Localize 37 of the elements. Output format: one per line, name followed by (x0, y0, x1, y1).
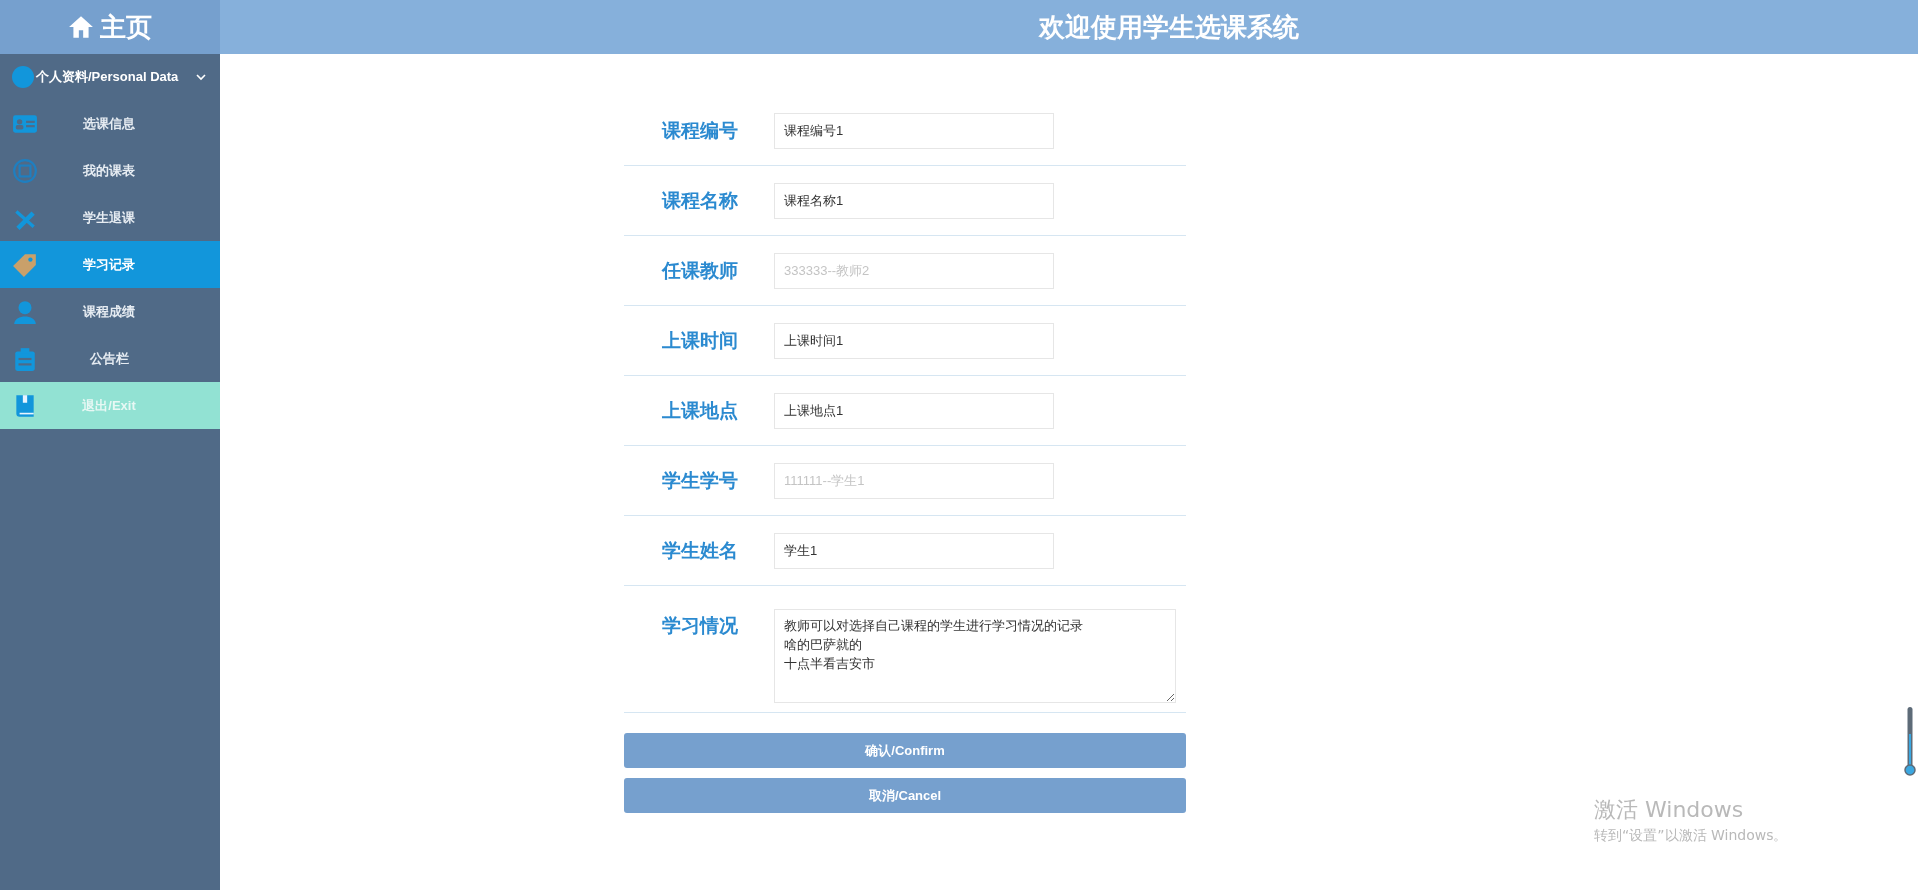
home-icon (68, 14, 94, 40)
field-label: 上课地点 (661, 398, 739, 423)
menu-item-icon (12, 298, 38, 325)
menu-item-icon (12, 345, 38, 372)
page-title: 欢迎使用学生选课系统 (1039, 10, 1299, 44)
field-label: 课程名称 (660, 188, 739, 213)
input-field[interactable]: 上课地点1 (774, 392, 1054, 429)
sidebar-item[interactable]: 课程成绩 (0, 288, 220, 335)
home-label: 主页 (100, 10, 152, 44)
menu-item-icon (12, 157, 38, 184)
field-label: 学生学号 (661, 468, 739, 493)
field-label: 课程编号 (660, 118, 739, 143)
sidebar-item[interactable]: 公告栏 (0, 335, 220, 382)
input-field[interactable]: 课程编号1 (774, 112, 1054, 149)
input-field[interactable]: 课程名称1 (774, 182, 1054, 219)
sidebar-item[interactable]: 学生退课 (0, 194, 220, 241)
activation-text: 转到“设置”以激活 Windows。 (1594, 827, 1788, 845)
input-field[interactable]: 333333--教师2 (774, 252, 1054, 289)
menu-label: 个人资料/Personal Data (36, 68, 179, 86)
text-area[interactable]: 教师可以对选择自己课程的学生进行学习情况的记录 啥的巴萨就的 十点半看吉安市 (774, 609, 1176, 703)
input-field[interactable]: 学生1 (774, 532, 1054, 569)
thermometer-icon (1904, 706, 1916, 778)
form-button[interactable]: 确认/Confirm (624, 733, 1186, 768)
field-label: 任课教师 (660, 258, 739, 283)
field-label: 学习情况 (661, 614, 739, 638)
personal-data-menu[interactable]: 个人资料/Personal Data (0, 54, 220, 100)
sidebar-item[interactable]: 我的课表 (0, 147, 220, 194)
form-button[interactable]: 取消/Cancel (624, 778, 1186, 813)
activation-title: 激活 Windows (1594, 796, 1745, 824)
input-field[interactable]: 111111--学生1 (774, 462, 1054, 499)
menu-item-icon (12, 251, 38, 278)
input-field[interactable]: 上课时间1 (774, 322, 1054, 359)
sidebar-item[interactable]: 选课信息 (0, 100, 220, 147)
field-label: 上课时间 (661, 328, 739, 353)
field-label: 学生姓名 (661, 538, 739, 563)
home-link[interactable]: 主页 (0, 0, 220, 54)
sidebar-item[interactable]: 学习记录 (0, 241, 220, 288)
